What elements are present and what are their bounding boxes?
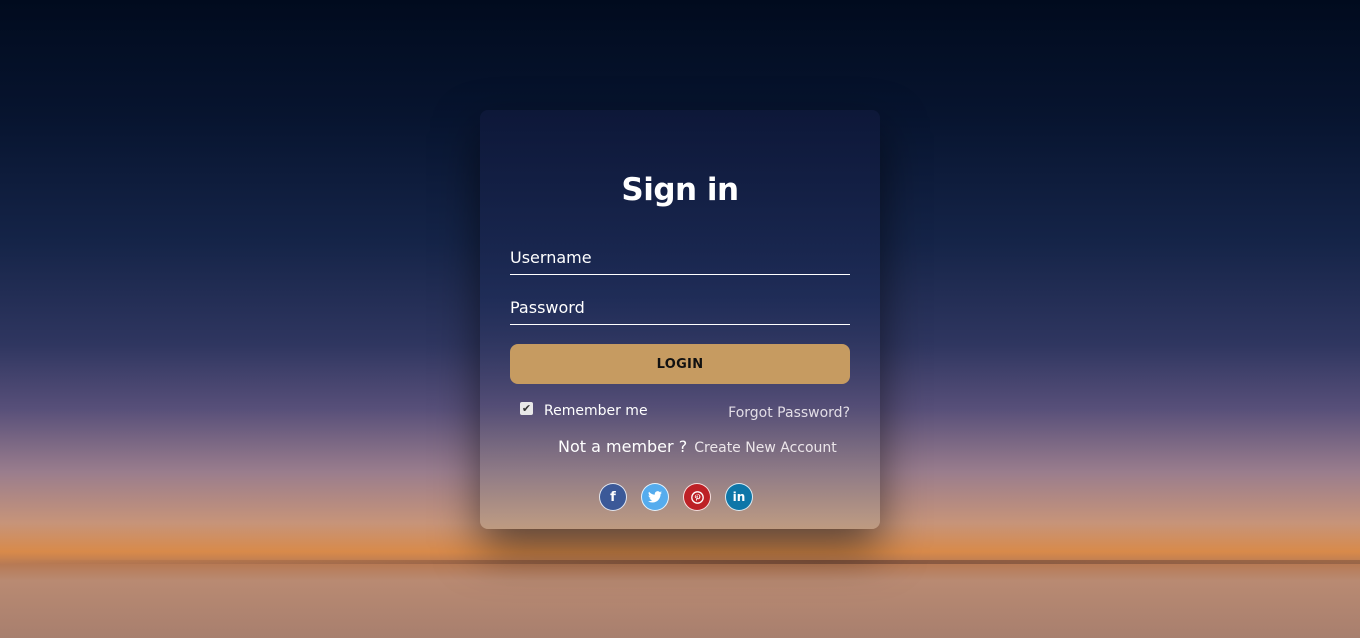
pinterest-icon[interactable] [683,483,711,511]
pinterest-p-icon [690,490,704,504]
remember-checkbox[interactable]: ✔ [520,401,533,415]
twitter-bird-icon [648,491,662,503]
horizon-line [0,560,1360,564]
facebook-icon[interactable]: f [599,483,627,511]
login-card: Sign in LOGIN ✔ Remember me Forgot Passw… [480,110,880,529]
remember-label: Remember me [544,403,648,419]
page-title: Sign in [621,172,739,208]
signup-row: Not a member ? Create New Account [558,437,837,456]
password-field [510,290,850,325]
login-button[interactable]: LOGIN [510,344,850,384]
remember-me[interactable]: ✔ Remember me [520,401,648,419]
twitter-icon[interactable] [641,483,669,511]
linkedin-icon[interactable]: in [725,483,753,511]
username-field [510,240,850,275]
password-input[interactable] [510,290,850,324]
create-account-link[interactable]: Create New Account [694,440,836,456]
forgot-password-link[interactable]: Forgot Password? [728,405,850,421]
not-member-label: Not a member ? [558,437,688,456]
username-input[interactable] [510,240,850,274]
social-links: f in [599,483,753,511]
